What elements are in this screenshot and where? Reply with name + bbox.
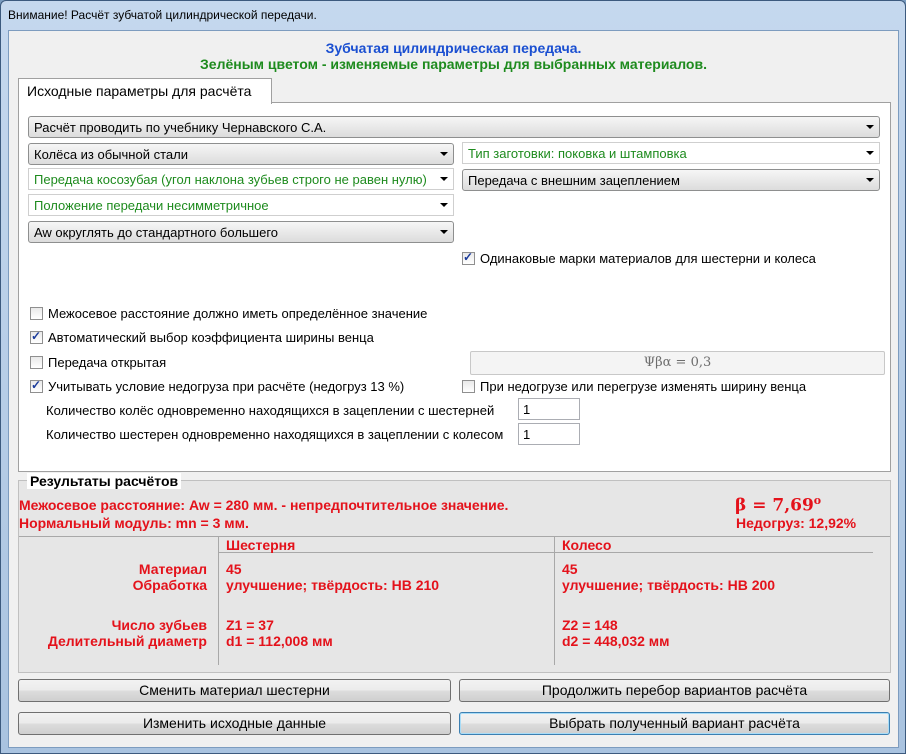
row-material-label: Материал [138, 561, 207, 577]
underload-result: Недогруз: 12,92% [736, 515, 857, 531]
pinion-treatment: улучшение; твёрдость: HB 210 [226, 577, 440, 593]
underload-label: Учитывать условие недогруза при расчёте … [48, 379, 405, 394]
wheels-count-input[interactable]: 1 [518, 398, 580, 420]
pinions-count-label: Количество шестерен одновременно находящ… [46, 427, 504, 442]
change-width-label: При недогрузе или перегрузе изменять шир… [480, 379, 807, 394]
pinions-count-input[interactable]: 1 [518, 423, 580, 445]
position-select-value: Положение передачи несимметричное [34, 198, 269, 213]
underload-checkbox[interactable]: Учитывать условие недогруза при расчёте … [30, 378, 405, 394]
wheels-count-label: Количество колёс одновременно находящихс… [46, 403, 495, 418]
header-underline [218, 552, 873, 553]
steel-select-value: Колёса из обычной стали [34, 147, 188, 162]
textbook-select[interactable]: Расчёт проводить по учебнику Чернавского… [28, 116, 880, 138]
checkbox-checked-icon [462, 250, 475, 265]
wheel-teeth: Z2 = 148 [562, 617, 618, 633]
fixed-distance-checkbox[interactable]: Межосевое расстояние должно иметь опреде… [30, 306, 427, 321]
wheel-treatment: улучшение; твёрдость: HB 200 [562, 577, 776, 593]
chevron-down-icon [866, 125, 874, 129]
wheel-diameter: d2 = 448,032 мм [562, 633, 670, 649]
tab-label: Исходные параметры для расчёта [27, 83, 252, 99]
fixed-distance-label: Межосевое расстояние должно иметь опреде… [48, 306, 428, 321]
auto-width-checkbox[interactable]: Автоматический выбор коэффициента ширины… [30, 329, 374, 345]
column-divider [218, 537, 219, 665]
row-teeth-label: Число зубьев [111, 617, 207, 633]
chevron-down-icon [440, 203, 448, 207]
psi-coefficient-field[interactable]: Ψβα = 0,3 [470, 351, 885, 375]
textbook-select-value: Расчёт проводить по учебнику Чернавского… [34, 120, 327, 135]
aw-round-select-value: Aw округлять до стандартного большего [34, 225, 279, 240]
edit-input-button[interactable]: Изменить исходные данные [18, 712, 451, 735]
col-pinion-header: Шестерня [226, 537, 296, 553]
col-wheel-header: Колесо [562, 537, 612, 553]
input-params-panel: Расчёт проводить по учебнику Чернавского… [18, 102, 891, 472]
checkbox-unchecked-icon [462, 380, 475, 393]
beta-angle-result: β = 7,69o [735, 494, 821, 516]
same-materials-label: Одинаковые марки материалов для шестерни… [480, 251, 816, 266]
pinion-material: 45 [226, 561, 242, 577]
results-title: Результаты расчётов [27, 473, 182, 489]
pinions-count-value: 1 [523, 427, 531, 442]
results-divider [19, 536, 890, 537]
chevron-down-icon [440, 230, 448, 234]
checkbox-checked-icon [30, 329, 43, 344]
title-bar[interactable]: Внимание! Расчёт зубчатой цилиндрической… [1, 1, 905, 29]
pinion-teeth: Z1 = 37 [226, 617, 274, 633]
tab-input-params[interactable]: Исходные параметры для расчёта [18, 78, 272, 104]
normal-module-result: Нормальный модуль: mn = 3 мм. [19, 515, 249, 531]
dialog-client: Зубчатая цилиндрическая передача. Зелёны… [8, 30, 899, 748]
checkbox-unchecked-icon [30, 307, 43, 320]
change-material-button[interactable]: Сменить материал шестерни [18, 679, 451, 702]
column-divider [554, 537, 555, 665]
gear-type-select-value: Передача косозубая (угол наклона зубьев … [34, 172, 427, 187]
engagement-select-value: Передача с внешним зацеплением [468, 173, 680, 188]
position-select[interactable]: Положение передачи несимметричное [28, 194, 454, 216]
chevron-down-icon [440, 152, 448, 156]
select-variant-button[interactable]: Выбрать полученный вариант расчёта [459, 712, 890, 735]
auto-width-label: Автоматический выбор коэффициента ширины… [48, 330, 374, 345]
results-panel: Результаты расчётов Межосевое расстояние… [18, 473, 891, 673]
open-gear-label: Передача открытая [48, 355, 167, 370]
blank-type-select-value: Тип заготовки: поковка и штамповка [468, 146, 687, 161]
main-window: Внимание! Расчёт зубчатой цилиндрической… [0, 0, 906, 754]
chevron-down-icon [440, 177, 448, 181]
engagement-select[interactable]: Передача с внешним зацеплением [462, 169, 880, 191]
row-diameter-label: Делительный диаметр [47, 633, 207, 649]
change-width-checkbox[interactable]: При недогрузе или перегрузе изменять шир… [462, 379, 806, 394]
chevron-down-icon [866, 151, 874, 155]
pinion-diameter: d1 = 112,008 мм [226, 633, 333, 649]
same-materials-checkbox[interactable]: Одинаковые марки материалов для шестерни… [462, 250, 816, 266]
gear-type-select[interactable]: Передача косозубая (угол наклона зубьев … [28, 168, 454, 190]
beta-angle-value: β = 7,69 [735, 495, 814, 516]
window-title: Внимание! Расчёт зубчатой цилиндрической… [8, 8, 317, 22]
checkbox-checked-icon [30, 378, 43, 393]
checkbox-unchecked-icon [30, 356, 43, 369]
steel-select[interactable]: Колёса из обычной стали [28, 143, 454, 165]
header-title: Зубчатая цилиндрическая передача. [325, 40, 582, 56]
continue-search-button[interactable]: Продолжить перебор вариантов расчёта [459, 679, 890, 702]
blank-type-select[interactable]: Тип заготовки: поковка и штамповка [462, 142, 880, 164]
wheel-material: 45 [562, 561, 578, 577]
aw-round-select[interactable]: Aw округлять до стандартного большего [28, 221, 454, 243]
wheels-count-value: 1 [523, 402, 531, 417]
open-gear-checkbox[interactable]: Передача открытая [30, 355, 166, 370]
header-subtitle: Зелёным цветом - изменяемые параметры дл… [200, 56, 707, 72]
degree-symbol: o [813, 494, 822, 507]
row-treatment-label: Обработка [132, 577, 207, 593]
chevron-down-icon [866, 178, 874, 182]
center-distance-result: Межосевое расстояние: Aw = 280 мм. - неп… [19, 497, 509, 513]
